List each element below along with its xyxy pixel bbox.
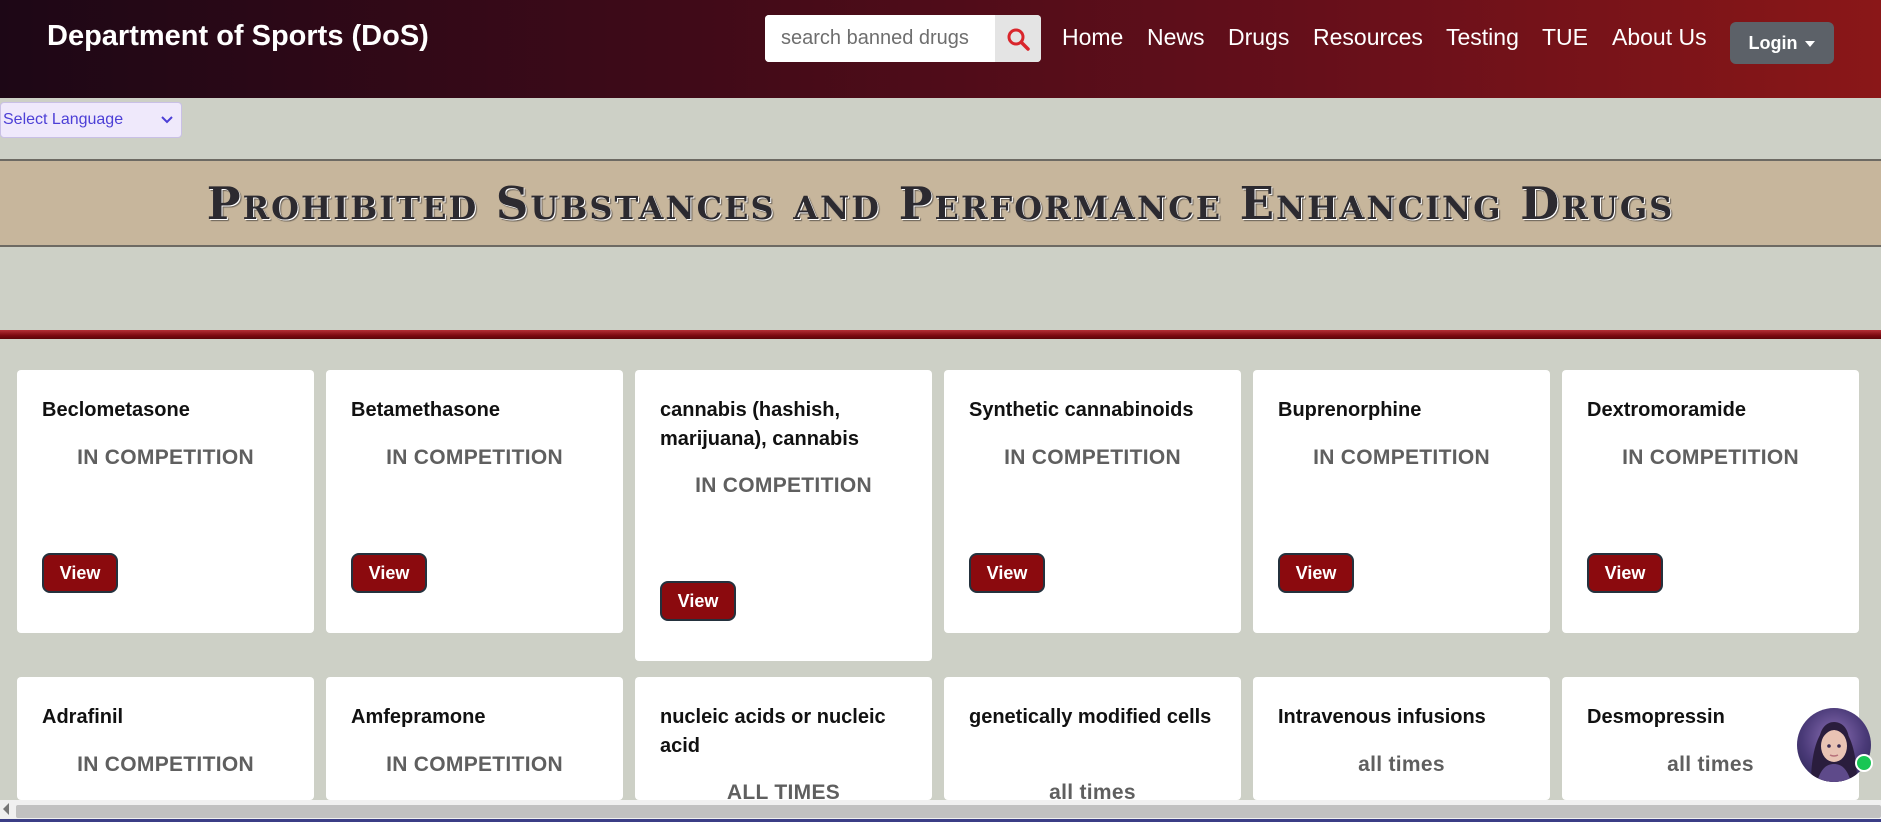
drug-status: all times <box>1049 781 1136 800</box>
drug-status: IN COMPETITION <box>1313 446 1490 469</box>
view-button[interactable]: View <box>1278 553 1354 593</box>
nav-resources[interactable]: Resources <box>1313 24 1423 51</box>
nav-testing[interactable]: Testing <box>1446 24 1519 51</box>
drug-status: IN COMPETITION <box>695 474 872 497</box>
nav-news[interactable]: News <box>1147 24 1205 51</box>
language-select-label: Select Language <box>3 111 124 128</box>
drug-card: Buprenorphine IN COMPETITION View <box>1253 370 1550 633</box>
drug-status: IN COMPETITION <box>1004 446 1181 469</box>
view-button[interactable]: View <box>351 553 427 593</box>
brand-title[interactable]: Department of Sports (DoS) <box>47 20 429 53</box>
view-button[interactable]: View <box>1587 553 1663 593</box>
view-button[interactable]: View <box>660 581 736 621</box>
drug-name: Synthetic cannabinoids <box>969 399 1194 421</box>
scrollbar-thumb[interactable] <box>16 805 1881 818</box>
drug-card: Adrafinil IN COMPETITION <box>17 677 314 800</box>
login-label: Login <box>1748 32 1798 53</box>
language-select[interactable]: Select Language <box>0 102 182 138</box>
drug-status: IN COMPETITION <box>1622 446 1799 469</box>
drug-name: Beclometasone <box>42 399 190 421</box>
drug-name: Intravenous infusions <box>1278 706 1486 728</box>
caret-down-icon <box>1805 41 1816 47</box>
drug-card: Dextromoramide IN COMPETITION View <box>1562 370 1859 633</box>
chevron-down-icon <box>161 116 173 124</box>
nav-home[interactable]: Home <box>1062 24 1123 51</box>
drug-card: Synthetic cannabinoids IN COMPETITION Vi… <box>944 370 1241 633</box>
drug-card: Amfepramone IN COMPETITION <box>326 677 623 800</box>
login-button[interactable]: Login <box>1730 22 1834 64</box>
search-button[interactable] <box>995 15 1041 62</box>
nav-tue[interactable]: TUE <box>1542 24 1588 51</box>
drug-card: genetically modified cells all times <box>944 677 1241 800</box>
drug-card: Beclometasone IN COMPETITION View <box>17 370 314 633</box>
navbar: Department of Sports (DoS) Home News Dru… <box>0 0 1881 98</box>
drug-name: Dextromoramide <box>1587 399 1746 421</box>
search-icon <box>1007 28 1030 51</box>
drug-card: cannabis (hashish, marijuana), cannabis … <box>635 370 932 661</box>
drug-name: nucleic acids or nucleic acid <box>660 706 886 757</box>
drug-status: IN COMPETITION <box>386 446 563 469</box>
drug-name: Buprenorphine <box>1278 399 1422 421</box>
drug-status: IN COMPETITION <box>77 446 254 469</box>
nav-about-us[interactable]: About Us <box>1612 24 1707 51</box>
drug-name: Betamethasone <box>351 399 500 421</box>
view-button[interactable]: View <box>42 553 118 593</box>
drug-name: Amfepramone <box>351 706 486 728</box>
drug-status: IN COMPETITION <box>77 753 254 776</box>
search-input[interactable] <box>765 15 995 62</box>
drug-name: Adrafinil <box>42 706 124 728</box>
drug-status: ALL TIMES <box>726 781 841 800</box>
drug-name: cannabis (hashish, marijuana), cannabis <box>660 399 859 450</box>
divider <box>0 330 1881 339</box>
drug-status: IN COMPETITION <box>386 753 563 776</box>
view-button[interactable]: View <box>969 553 1045 593</box>
nav-drugs[interactable]: Drugs <box>1228 24 1289 51</box>
page-title: Prohibited Substances and Performance En… <box>206 176 1675 230</box>
online-status-indicator <box>1855 754 1873 772</box>
scroll-left-arrow-icon[interactable] <box>3 803 9 815</box>
page-banner: Prohibited Substances and Performance En… <box>0 159 1881 247</box>
drug-card: Betamethasone IN COMPETITION View <box>326 370 623 633</box>
drug-status: all times <box>1358 753 1445 776</box>
drug-name: genetically modified cells <box>969 706 1212 728</box>
drug-card: nucleic acids or nucleic acid ALL TIMES <box>635 677 932 800</box>
drug-card: Intravenous infusions all times <box>1253 677 1550 800</box>
search-box <box>765 15 1041 62</box>
